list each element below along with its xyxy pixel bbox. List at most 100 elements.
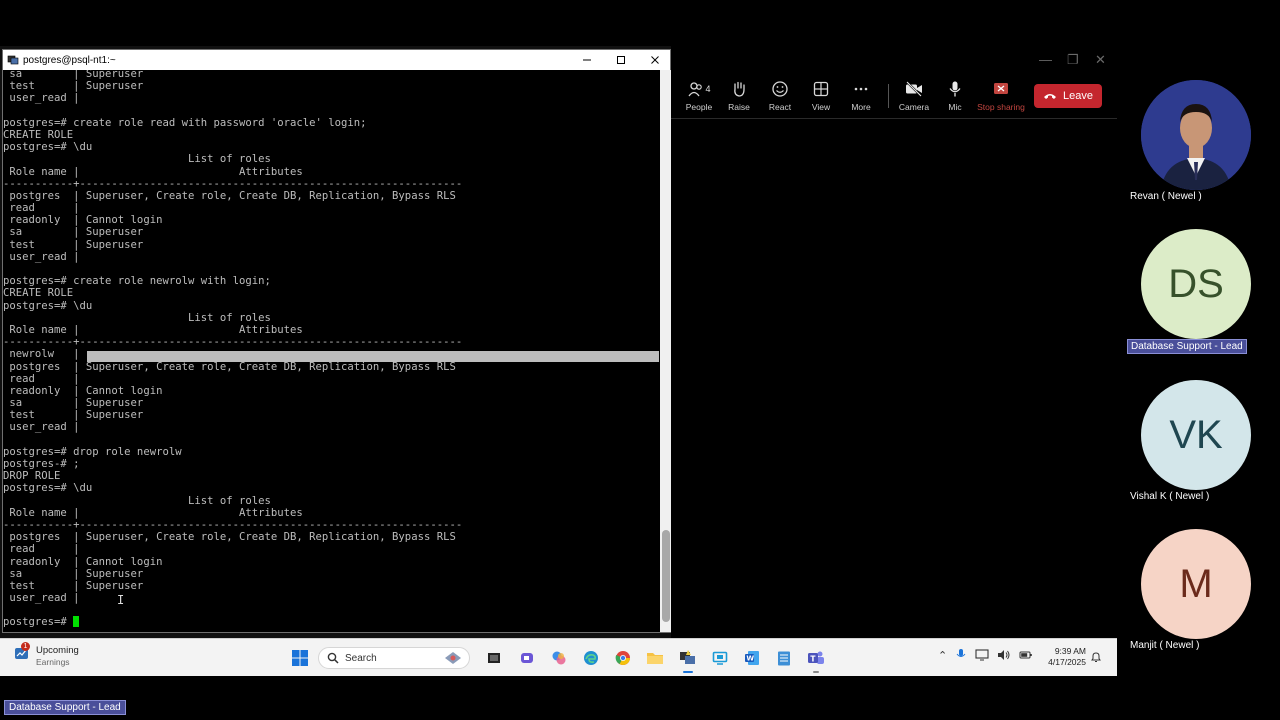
terminal-line: postgres=# create role read with passwor…	[3, 116, 367, 129]
edge-button[interactable]	[581, 648, 601, 668]
raise-hand-button[interactable]: Raise	[719, 78, 759, 112]
svg-text:T: T	[810, 654, 816, 663]
word-button[interactable]: W	[742, 648, 762, 668]
react-button[interactable]: React	[760, 78, 800, 112]
participant-tile[interactable]: M Manjit ( Newel )	[1126, 529, 1276, 659]
terminal-line: test | Superuser	[3, 409, 144, 422]
terminal-line: readonly | Cannot login	[3, 214, 163, 227]
terminal-line: CREATE ROLE	[3, 128, 74, 141]
display-icon[interactable]	[975, 649, 989, 661]
widget-subtitle: Earnings	[36, 657, 70, 667]
close-icon	[651, 56, 659, 64]
weather-widget[interactable]: 1 Upcoming Earnings	[14, 642, 79, 667]
word-icon: W	[745, 651, 759, 665]
task-view-button[interactable]	[484, 648, 504, 668]
terminal-line: postgres | Superuser, Create role, Creat…	[3, 360, 456, 373]
stop-sharing-icon	[994, 83, 1008, 94]
taskbar-clock[interactable]: 9:39 AM 4/17/2025	[1040, 646, 1086, 668]
hang-up-icon	[1044, 94, 1056, 99]
terminal-line: List of roles	[3, 311, 271, 324]
view-button[interactable]: View	[801, 78, 841, 112]
active-indicator	[813, 671, 819, 673]
terminal-line: read |	[3, 372, 80, 385]
terminal-line: postgres=#	[3, 616, 462, 628]
search-placeholder: Search	[345, 652, 377, 664]
leave-button[interactable]: Leave	[1034, 84, 1102, 108]
minimize-button[interactable]	[570, 50, 604, 70]
terminal-line: postgres=# \du	[3, 482, 93, 495]
notepad-button[interactable]	[774, 648, 794, 668]
maximize-icon	[617, 56, 625, 64]
participant-photo	[1141, 80, 1251, 190]
terminal-line: -----------+----------------------------…	[3, 336, 463, 349]
remote-app-button[interactable]	[710, 648, 730, 668]
more-button[interactable]: More	[841, 78, 881, 112]
terminal-line: read |	[3, 543, 80, 556]
close-button[interactable]	[638, 50, 672, 70]
terminal-output[interactable]: sa | Superuser test | Superuser user_rea…	[3, 70, 659, 632]
mic-button[interactable]: Mic	[935, 78, 975, 112]
terminal-line: CREATE ROLE	[3, 287, 74, 300]
more-label: More	[851, 102, 871, 112]
start-button[interactable]	[290, 648, 310, 668]
people-button[interactable]: 4 People	[679, 78, 719, 112]
svg-text:W: W	[746, 655, 754, 663]
participant-avatar: DS	[1141, 229, 1251, 339]
camera-label: Camera	[898, 102, 930, 112]
teams-button[interactable]: T	[806, 648, 826, 673]
taskbar-search[interactable]: Search	[318, 647, 470, 669]
notepad-icon	[778, 651, 790, 666]
terminal-line: postgres | Superuser, Create role, Creat…	[3, 531, 456, 544]
terminal-line: postgres | Superuser, Create role, Creat…	[3, 189, 456, 202]
participant-tile[interactable]: VK Vishal K ( Newel )	[1126, 380, 1276, 510]
terminal-line: test | Superuser	[3, 80, 144, 93]
terminal-line: -----------+----------------------------…	[3, 177, 463, 190]
chevron-up-icon[interactable]: ⌃	[938, 649, 947, 662]
chat-app-button[interactable]	[517, 648, 537, 668]
maximize-button[interactable]	[604, 50, 638, 70]
leave-label: Leave	[1063, 90, 1093, 102]
putty-titlebar[interactable]: postgres@psql-nt1:~	[3, 50, 670, 70]
scrollbar-thumb[interactable]	[662, 530, 670, 622]
people-count: 4	[705, 84, 711, 94]
meeting-close-icon[interactable]: ✕	[1095, 52, 1106, 68]
chrome-button[interactable]	[613, 648, 633, 668]
terminal-line: Role name | Attributes	[3, 506, 303, 519]
terminal-line: sa | Superuser	[3, 70, 144, 80]
volume-icon[interactable]	[997, 649, 1011, 661]
terminal-line: List of roles	[3, 494, 271, 507]
meeting-toolbar: 4 People Raise React View More Camera Mi…	[671, 72, 1117, 118]
text-cursor-icon: I	[117, 593, 125, 607]
remote-desktop-icon	[712, 651, 728, 665]
terminal-line: user_read |	[3, 421, 80, 434]
terminal-line: newrolw |	[3, 348, 80, 361]
file-explorer-button[interactable]	[645, 648, 665, 668]
terminal-line: -----------+----------------------------…	[3, 518, 463, 531]
meeting-minimize-icon[interactable]: —	[1039, 52, 1052, 67]
screen: postgres@psql-nt1:~ sa | Superuser test …	[0, 0, 1280, 720]
notification-badge: 1	[21, 642, 30, 651]
react-emoji-icon	[772, 81, 788, 97]
microphone-icon	[949, 81, 961, 97]
putty-taskbar-button[interactable]	[678, 648, 698, 673]
participant-avatar: M	[1141, 529, 1251, 639]
battery-icon[interactable]	[1019, 649, 1033, 661]
folder-icon	[647, 653, 663, 664]
putty-app-icon	[7, 55, 19, 65]
meeting-window-chrome: — ❐ ✕	[671, 46, 1117, 72]
notification-bell-icon[interactable]	[1090, 651, 1102, 663]
clock-time: 9:39 AM	[1054, 646, 1086, 656]
participant-tile[interactable]: DS Database Support - Lead	[1126, 229, 1276, 359]
camera-button[interactable]: Camera	[894, 78, 934, 112]
participant-tile[interactable]: Revan ( Newel )	[1126, 80, 1276, 210]
microphone-tray-icon[interactable]	[955, 648, 967, 662]
meeting-restore-icon[interactable]: ❐	[1067, 52, 1079, 68]
minimize-icon	[583, 59, 591, 61]
widget-title: Upcoming	[36, 645, 79, 656]
stop-sharing-button[interactable]: Stop sharing	[977, 78, 1025, 112]
windows-taskbar: 1 Upcoming Earnings Search W T ⌃ 9:39 AM…	[0, 638, 1117, 676]
copilot-button[interactable]	[549, 648, 569, 668]
terminal-line: Role name | Attributes	[3, 165, 303, 178]
terminal-line: user_read |	[3, 250, 80, 263]
